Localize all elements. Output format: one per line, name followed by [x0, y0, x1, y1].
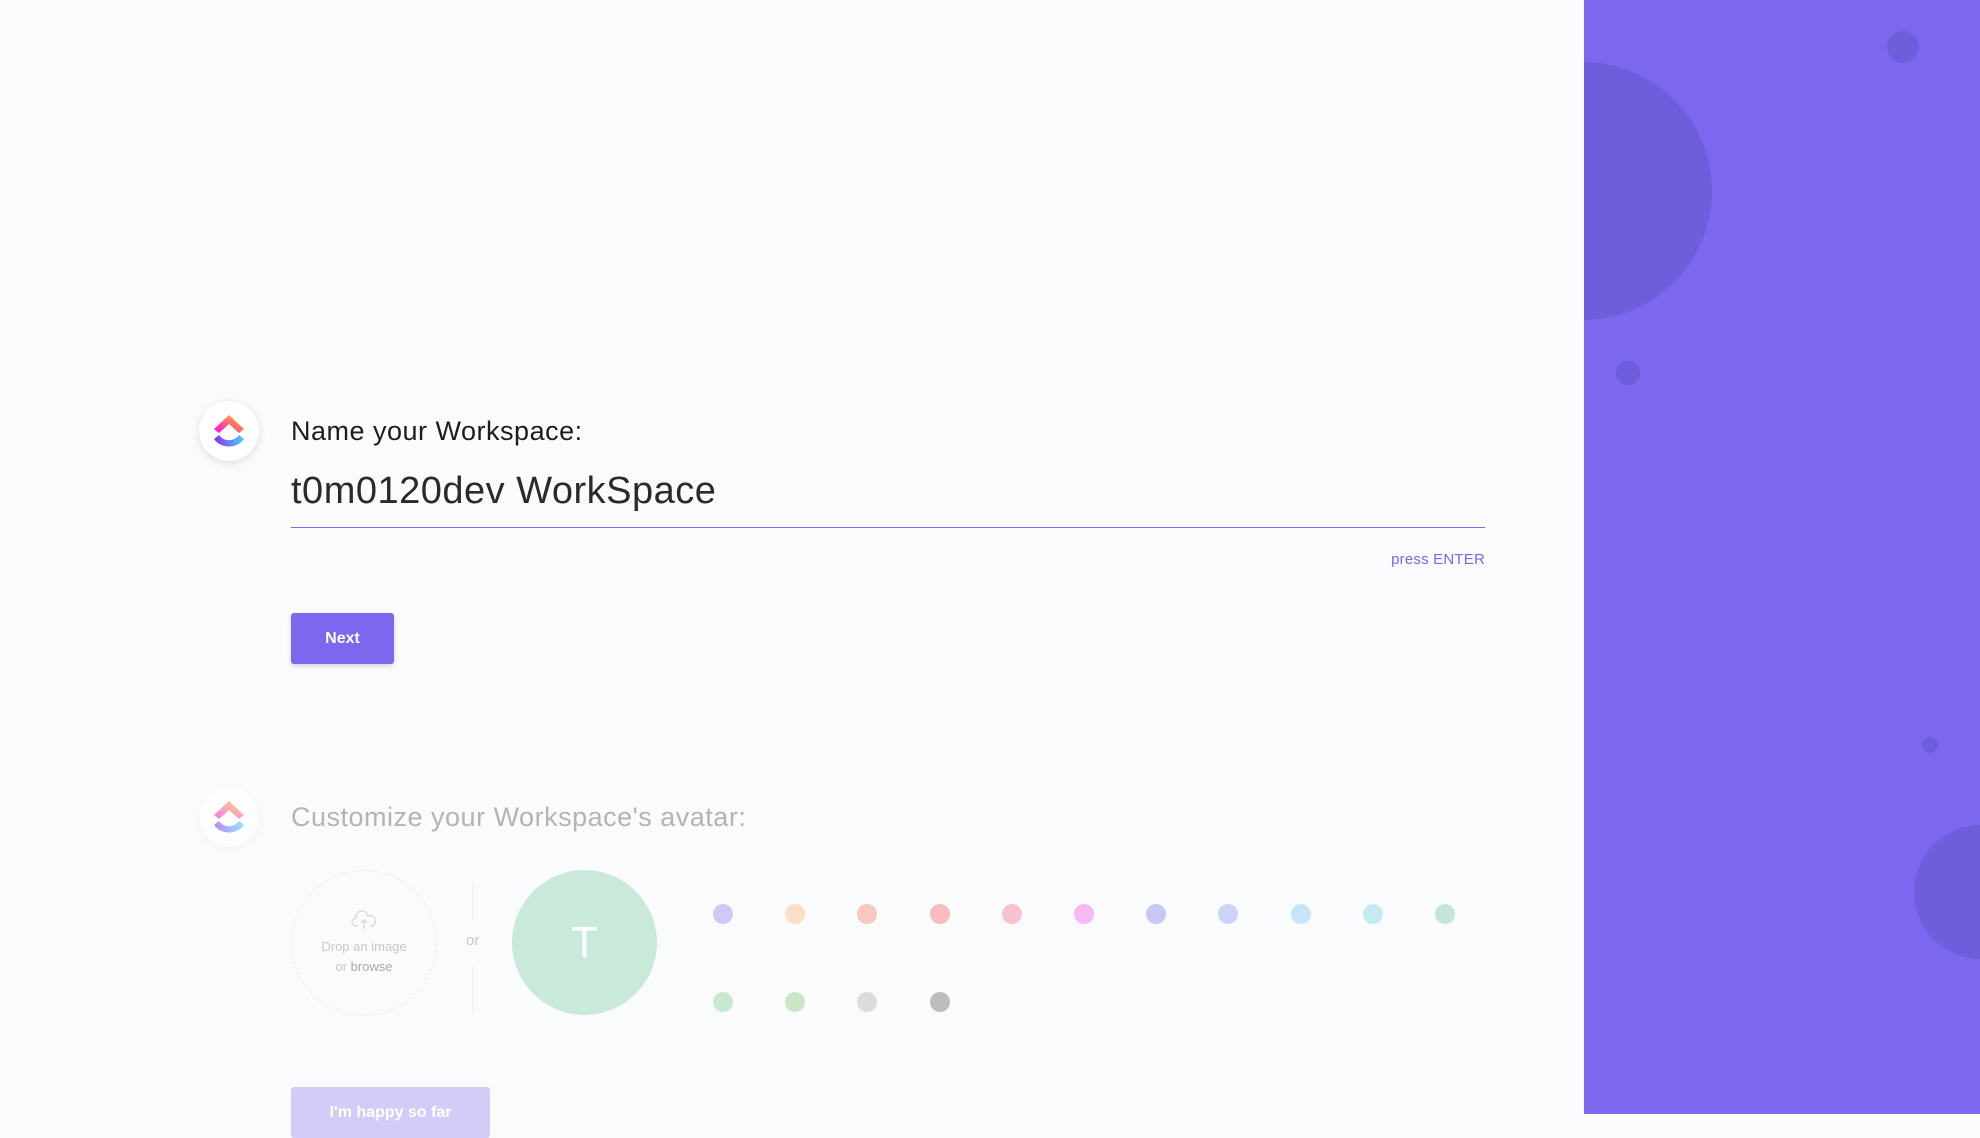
- customize-avatar-title: Customize your Workspace's avatar:: [291, 802, 747, 832]
- avatar-color-swatch[interactable]: [857, 992, 877, 1012]
- workspace-avatar-preview: T: [512, 870, 657, 1015]
- workspace-name-title: Name your Workspace:: [291, 416, 583, 446]
- decor-circle: [1914, 825, 1980, 959]
- workspace-name-input[interactable]: [291, 462, 1485, 528]
- decor-circle: [1584, 62, 1712, 320]
- avatar-color-swatch[interactable]: [1218, 904, 1238, 924]
- avatar-color-swatch[interactable]: [713, 904, 733, 924]
- drop-image-text: Drop an image: [321, 939, 407, 954]
- decor-circle: [1922, 737, 1938, 753]
- avatar-letter: T: [571, 917, 598, 967]
- avatar-color-swatch[interactable]: [1435, 904, 1455, 924]
- avatar-color-swatch[interactable]: [713, 992, 733, 1012]
- divider-top: [472, 884, 473, 920]
- avatar-color-swatch[interactable]: [1363, 904, 1383, 924]
- drop-or-text: or: [335, 959, 347, 974]
- drop-browse-line: or browse: [335, 957, 392, 977]
- avatar-color-swatch[interactable]: [1291, 904, 1311, 924]
- browse-link[interactable]: browse: [351, 959, 393, 974]
- happy-so-far-button[interactable]: I'm happy so far: [291, 1087, 490, 1138]
- avatar-color-swatch[interactable]: [785, 992, 805, 1012]
- onboarding-main: Name your Workspace: press ENTER Next Cu…: [0, 0, 1584, 1138]
- divider-bottom: [472, 966, 473, 1012]
- clickup-logo-icon: [199, 787, 259, 847]
- clickup-logo-icon: [199, 401, 259, 461]
- avatar-color-swatch[interactable]: [857, 904, 877, 924]
- avatar-color-swatch[interactable]: [930, 904, 950, 924]
- avatar-color-swatch[interactable]: [1002, 904, 1022, 924]
- press-enter-hint: press ENTER: [1391, 551, 1485, 568]
- or-separator: or: [466, 932, 480, 949]
- avatar-color-swatch[interactable]: [1074, 904, 1094, 924]
- image-drop-zone[interactable]: Drop an image or browse: [291, 870, 437, 1016]
- decor-circle: [1887, 31, 1919, 63]
- avatar-color-swatch[interactable]: [1146, 904, 1166, 924]
- avatar-color-swatch[interactable]: [930, 992, 950, 1012]
- decor-circle: [1616, 361, 1640, 385]
- cloud-upload-icon: [351, 910, 377, 929]
- next-button[interactable]: Next: [291, 613, 394, 664]
- avatar-color-swatch[interactable]: [785, 904, 805, 924]
- decorative-side-panel: [1584, 0, 1980, 1114]
